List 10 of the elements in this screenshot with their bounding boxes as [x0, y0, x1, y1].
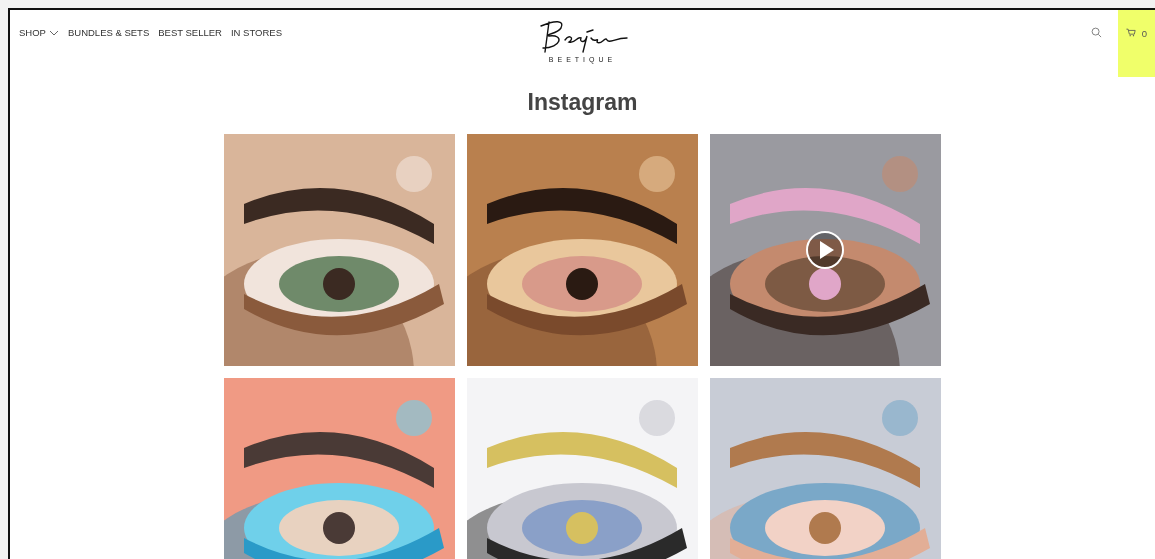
nav-link[interactable]: SHOP — [19, 27, 59, 38]
chevron-down-icon — [48, 29, 59, 36]
cart-icon — [1125, 28, 1136, 37]
nav-link[interactable]: IN STORES — [230, 27, 282, 38]
nav-link[interactable]: BUNDLES & SETS — [67, 27, 150, 38]
search-icon[interactable] — [1091, 27, 1102, 38]
play-button[interactable] — [805, 230, 845, 270]
section-heading: Instagram — [526, 88, 639, 117]
nav-link[interactable]: BEST SELLER — [158, 27, 222, 38]
cart-button[interactable]: 0 — [1118, 10, 1155, 77]
